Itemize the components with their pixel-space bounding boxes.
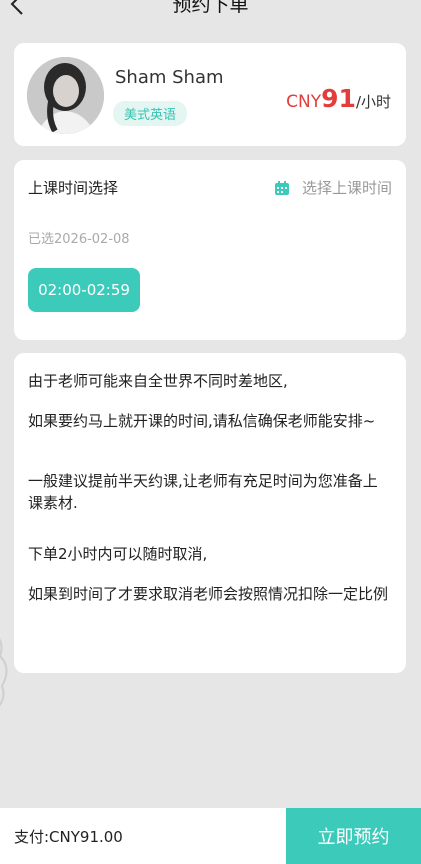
- notice-line: 由于老师可能来自全世界不同时差地区,: [28, 372, 288, 390]
- notice-line: 下单2小时内可以随时取消,: [28, 545, 208, 563]
- teacher-name: Sham Sham: [115, 67, 224, 88]
- time-slot[interactable]: 02:00-02:59: [28, 268, 140, 312]
- language-tag: 美式英语: [113, 101, 188, 126]
- decorative-outline: [0, 638, 8, 707]
- price-currency: CNY: [286, 92, 322, 112]
- schedule-title: 上课时间选择: [28, 179, 119, 197]
- price: CNY91/小时: [286, 84, 391, 113]
- payment-total: 支付:CNY91.00: [14, 827, 123, 846]
- notice-card: 由于老师可能来自全世界不同时差地区, 如果要约马上就开课的时间,请私信确保老师能…: [14, 353, 406, 673]
- schedule-card: 上课时间选择 选择上课时间 已选2026-02-08 02:00-02:59: [14, 160, 406, 340]
- notice-line: 如果要约马上就开课的时间,请私信确保老师能安排~: [28, 412, 376, 430]
- avatar: [27, 57, 104, 134]
- page-title: 预约下单: [172, 0, 249, 16]
- calendar-icon: [274, 180, 289, 195]
- nav-bar: 预约下单: [0, 0, 421, 24]
- notice-line: 如果到时间了才要求取消老师会按照情况扣除一定比例: [28, 585, 389, 603]
- notice-line: 一般建议提前半天约课,让老师有充足时间为您准备上课素材.: [28, 472, 378, 512]
- teacher-card[interactable]: Sham Sham 美式英语 CNY91/小时: [14, 43, 406, 146]
- price-unit: /小时: [355, 93, 391, 111]
- price-value: 91: [321, 84, 356, 113]
- choose-time-label: 选择上课时间: [301, 179, 392, 197]
- selected-date: 已选2026-02-08: [28, 232, 130, 247]
- book-now-button[interactable]: 立即预约: [286, 808, 421, 864]
- footer-bar: 支付:CNY91.00 立即预约: [0, 808, 421, 864]
- choose-time-button[interactable]: 选择上课时间: [274, 177, 392, 198]
